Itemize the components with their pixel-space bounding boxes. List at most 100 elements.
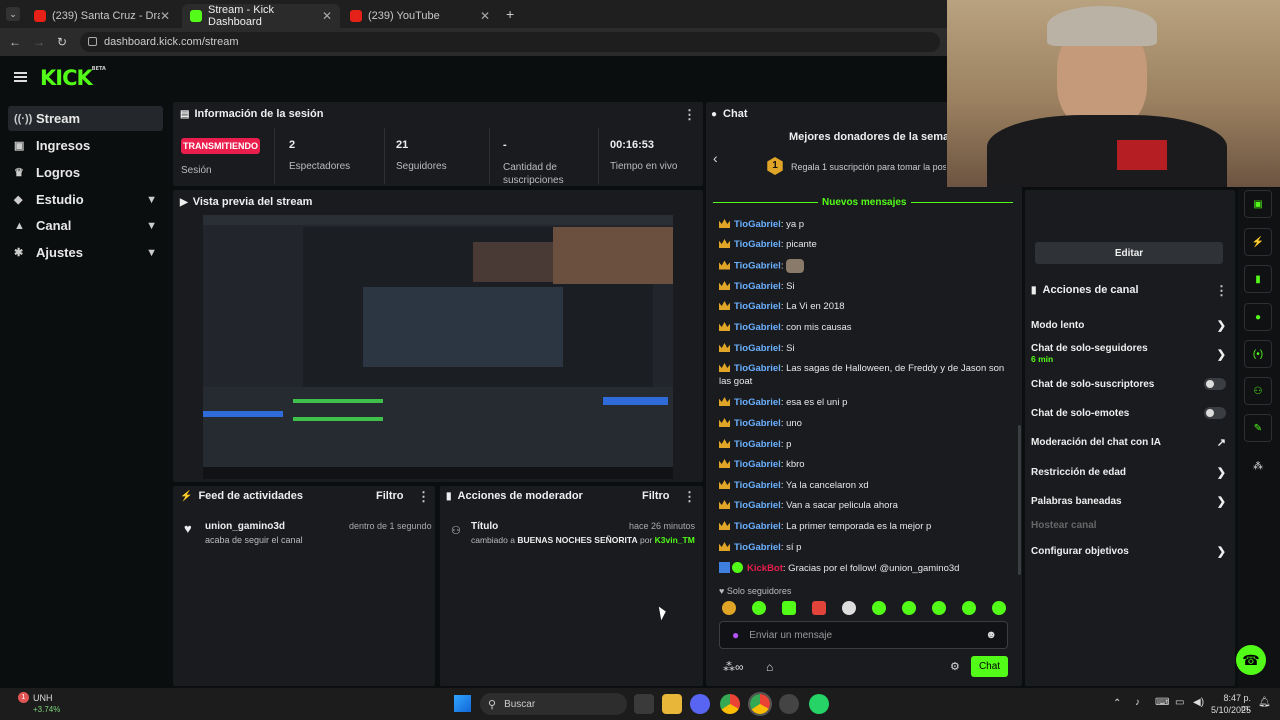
banned-words-item[interactable]: Palabras baneadas ❯: [1031, 495, 1226, 508]
chrome-active-icon[interactable]: [748, 692, 772, 716]
stream-preview-video[interactable]: [203, 215, 673, 479]
sidebar-item-ajustes[interactable]: ✱ Ajustes ▼: [8, 240, 163, 265]
close-icon[interactable]: ✕: [160, 9, 170, 23]
chat-username[interactable]: TioGabriel: [734, 397, 781, 408]
ai-moderation-item[interactable]: Moderación del chat con IA ↗: [1031, 436, 1226, 449]
chat-username[interactable]: TioGabriel: [734, 418, 781, 429]
lightning-icon[interactable]: ⚡: [1244, 228, 1272, 256]
more-icon[interactable]: ⋮: [1215, 283, 1228, 299]
chat-username[interactable]: KickBot: [747, 563, 783, 574]
chat-username[interactable]: TioGabriel: [734, 542, 781, 553]
followers-only-item[interactable]: Chat de solo-seguidores 6 min ❯: [1031, 343, 1226, 364]
support-icon[interactable]: ☎: [1236, 645, 1266, 675]
emote-icon[interactable]: [902, 601, 916, 615]
points-icon[interactable]: ⁂∞: [723, 660, 744, 674]
emoji-icon[interactable]: ☻: [985, 629, 997, 641]
tab-search-icon[interactable]: ⌄: [6, 7, 20, 21]
chat-icon[interactable]: ●: [1244, 303, 1272, 331]
chat-username[interactable]: TioGabriel: [734, 521, 781, 532]
camera-icon[interactable]: ▣: [1244, 190, 1272, 218]
emote-icon[interactable]: [752, 601, 766, 615]
sidebar-item-stream[interactable]: ((·)) Stream: [8, 106, 163, 131]
chat-input[interactable]: ● Enviar un mensaje ☻: [719, 621, 1008, 649]
task-view-icon[interactable]: [634, 694, 654, 714]
menu-icon[interactable]: [14, 72, 27, 82]
activity-user[interactable]: union_gamino3d: [205, 521, 285, 532]
microphone-icon[interactable]: ♪: [1135, 697, 1140, 708]
emote-icon[interactable]: [992, 601, 1006, 615]
emote-icon[interactable]: [932, 601, 946, 615]
user-edit-icon[interactable]: ⚇: [1244, 377, 1272, 405]
close-icon[interactable]: ✕: [322, 9, 332, 23]
goals-item[interactable]: Configurar objetivos ❯: [1031, 545, 1226, 558]
language-icon[interactable]: ⌨: [1155, 697, 1169, 708]
slow-mode-item[interactable]: Modo lento ❯: [1031, 319, 1226, 332]
chat-username[interactable]: TioGabriel: [734, 363, 781, 374]
emote-icon[interactable]: [842, 601, 856, 615]
subscribers-only-toggle[interactable]: [1204, 378, 1226, 390]
add-widget-icon[interactable]: ⁂: [1244, 452, 1272, 480]
emote-icon[interactable]: [782, 601, 796, 615]
discord-icon[interactable]: [690, 694, 710, 714]
volume-icon[interactable]: ◀): [1193, 697, 1204, 708]
emote-icon[interactable]: [722, 601, 736, 615]
broadcast-icon[interactable]: (•): [1244, 340, 1272, 368]
sidebar-item-logros[interactable]: ♛ Logros: [8, 160, 163, 185]
activity-filter-button[interactable]: Filtro: [376, 490, 404, 502]
gear-icon[interactable]: ⚙: [950, 660, 960, 673]
age-restriction-item[interactable]: Restricción de edad ❯: [1031, 466, 1226, 479]
chat-username[interactable]: TioGabriel: [734, 281, 781, 292]
chat-username[interactable]: TioGabriel: [734, 439, 781, 450]
chat-username[interactable]: TioGabriel: [734, 261, 781, 272]
more-icon[interactable]: ⋮: [683, 489, 696, 505]
tab-youtube[interactable]: (239) YouTube ✕: [342, 4, 498, 28]
chat-username[interactable]: TioGabriel: [734, 459, 781, 470]
stock-alert-icon[interactable]: 1: [18, 692, 29, 703]
clock-date[interactable]: 5/10/2025: [1207, 705, 1251, 715]
edit-button[interactable]: Editar: [1035, 242, 1223, 264]
emote-icon[interactable]: [812, 601, 826, 615]
chat-username[interactable]: TioGabriel: [734, 480, 781, 491]
chat-username[interactable]: TioGabriel: [734, 322, 781, 333]
emote-icon[interactable]: [872, 601, 886, 615]
sidebar-item-canal[interactable]: ▲ Canal ▼: [8, 213, 163, 238]
wrench-icon[interactable]: ✎: [1244, 414, 1272, 442]
back-icon[interactable]: ←: [9, 35, 21, 49]
chat-username[interactable]: TioGabriel: [734, 301, 781, 312]
mod-action-moderator[interactable]: K3vin_TM: [655, 535, 695, 545]
chrome-icon[interactable]: [720, 694, 740, 714]
tab-santa-cruz[interactable]: (239) Santa Cruz - Drag Me Do ✕: [26, 4, 178, 28]
site-info-icon[interactable]: [88, 37, 97, 46]
sidebar-item-ingresos[interactable]: ▣ Ingresos: [8, 133, 163, 158]
reload-icon[interactable]: ↻: [57, 35, 67, 49]
whatsapp-icon[interactable]: [809, 694, 829, 714]
chat-scrollbar[interactable]: [1018, 425, 1021, 575]
forward-icon[interactable]: →: [33, 35, 45, 49]
network-icon[interactable]: ▭: [1175, 697, 1184, 708]
file-explorer-icon[interactable]: [662, 694, 682, 714]
notification-icon[interactable]: 🔔︎: [1258, 697, 1271, 708]
chat-username[interactable]: TioGabriel: [734, 239, 781, 250]
more-icon[interactable]: ⋮: [683, 107, 696, 123]
windows-start-icon[interactable]: [454, 695, 471, 712]
obs-icon[interactable]: [779, 694, 799, 714]
microphone-icon[interactable]: ●: [732, 628, 739, 642]
store-icon[interactable]: ⌂: [766, 660, 773, 674]
document-icon[interactable]: ▮: [1244, 265, 1272, 293]
taskbar-search[interactable]: ⚲ Buscar: [480, 693, 627, 715]
tab-kick-dashboard[interactable]: Stream - Kick Dashboard ✕: [182, 4, 340, 28]
sidebar-item-estudio[interactable]: ◆ Estudio ▼: [8, 187, 163, 212]
chevron-left-icon[interactable]: ‹: [713, 150, 718, 166]
chat-username[interactable]: TioGabriel: [734, 500, 781, 511]
more-icon[interactable]: ⋮: [417, 489, 430, 505]
send-chat-button[interactable]: Chat: [971, 656, 1008, 677]
chat-username[interactable]: TioGabriel: [734, 219, 781, 230]
emote-icon[interactable]: [962, 601, 976, 615]
new-tab-button[interactable]: +: [506, 6, 514, 22]
emotes-only-toggle[interactable]: [1204, 407, 1226, 419]
close-icon[interactable]: ✕: [480, 9, 490, 23]
mod-filter-button[interactable]: Filtro: [642, 490, 670, 502]
chat-username[interactable]: TioGabriel: [734, 343, 781, 354]
chevron-up-icon[interactable]: ⌃: [1113, 698, 1121, 709]
url-field[interactable]: dashboard.kick.com/stream: [80, 32, 940, 52]
